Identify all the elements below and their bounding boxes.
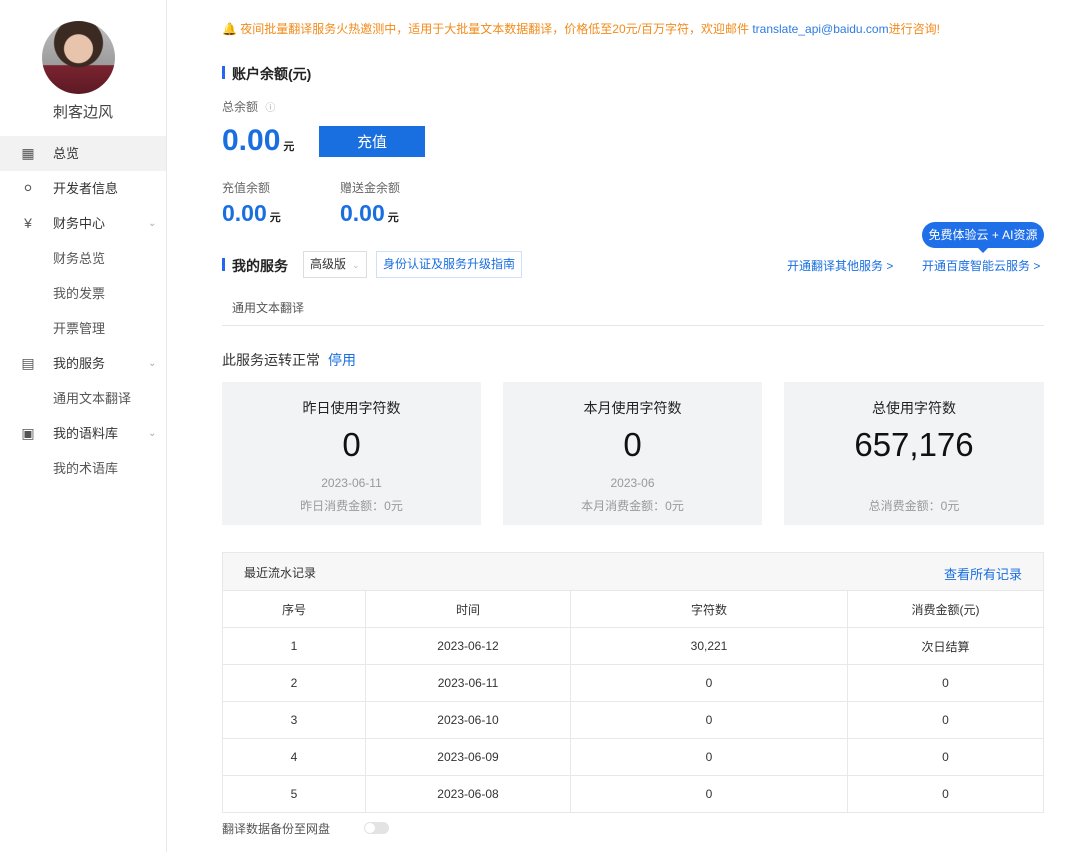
help-icon[interactable]: ⓘ <box>265 103 275 114</box>
table-row: 3 2023-06-10 0 0 <box>222 701 1044 739</box>
nav-sub-invoice-manage[interactable]: 开票管理 <box>0 311 166 346</box>
nav-item-overview[interactable]: ▦ 总览 <box>0 136 166 171</box>
nav-label: 总览 <box>53 146 80 161</box>
card-title: 本月使用字符数 <box>583 400 682 416</box>
card-fee: 总消费金额：0元 <box>868 499 960 513</box>
nav-menu: ▦ 总览 ⚪ 开发者信息 ¥ 财务中心 ⌄ 财务总览 我的发票 开票管理 ▤ 我… <box>0 136 166 486</box>
tab-general-translate[interactable]: 通用文本翻译 <box>232 299 304 316</box>
card-value: 0 <box>342 426 361 463</box>
stat-card-total: 总使用字符数 657,176 总消费金额：0元 <box>784 382 1044 525</box>
col-header: 序号 <box>222 590 366 628</box>
grid-icon: ▦ <box>21 145 35 161</box>
nav-label: 我的服务 <box>53 356 106 371</box>
sidebar: 刺客边风 ▦ 总览 ⚪ 开发者信息 ¥ 财务中心 ⌄ 财务总览 我的发票 开票管… <box>0 0 167 852</box>
chevron-down-icon: ⌄ <box>352 260 360 270</box>
user-icon: ⚪ <box>22 180 34 196</box>
nav-label: 开发者信息 <box>53 181 119 196</box>
records-header-bar <box>222 552 1044 591</box>
card-title: 总使用字符数 <box>872 400 956 416</box>
card-fee: 本月消费金额：0元 <box>581 499 684 513</box>
table-row: 5 2023-06-08 0 0 <box>222 775 1044 813</box>
backup-label: 翻译数据备份至网盘 <box>222 822 331 836</box>
chevron-down-icon: ⌄ <box>148 218 157 229</box>
document-icon: ▤ <box>21 355 35 371</box>
card-date: 2023-06-11 <box>321 476 382 490</box>
nav-sub-terms[interactable]: 我的术语库 <box>0 451 166 486</box>
card-date: 2023-06 <box>610 476 655 490</box>
balance-title: 账户余额(元) <box>222 64 311 84</box>
service-tabs: 通用文本翻译 <box>222 289 1044 326</box>
notice-email-link[interactable]: translate_api@baidu.com <box>752 22 888 36</box>
nav-item-corpus[interactable]: ▣ 我的语料库 ⌄ <box>0 416 166 451</box>
free-trial-bubble[interactable]: 免费体验云 + AI资源 <box>922 222 1044 253</box>
service-status: 此服务运转正常 停用 <box>222 352 356 368</box>
view-all-records-link[interactable]: 查看所有记录 <box>944 564 1022 583</box>
bell-icon: 🔔 <box>222 22 237 36</box>
recharge-balance-label: 充值余额 <box>222 181 271 195</box>
nav-sub-general-translate[interactable]: 通用文本翻译 <box>0 381 166 416</box>
col-header: 字符数 <box>570 590 848 628</box>
backup-toggle[interactable] <box>364 822 389 834</box>
edition-select[interactable]: 高级版 ⌄ <box>303 251 367 278</box>
table-row: 2 2023-06-11 0 0 <box>222 664 1044 702</box>
box-icon: ▣ <box>21 425 35 441</box>
card-value: 657,176 <box>854 426 974 463</box>
notice-bar: 🔔 夜间批量翻译服务火热邀测中，适用于大批量文本数据翻译，价格低至20元/百万字… <box>222 20 940 37</box>
table-row: 1 2023-06-12 30,221 次日结算 <box>222 627 1044 665</box>
nav-item-finance[interactable]: ¥ 财务中心 ⌄ <box>0 206 166 241</box>
notice-suffix: 进行咨询! <box>888 22 940 36</box>
nav-label: 我的语料库 <box>53 426 119 441</box>
main-content: 🔔 夜间批量翻译服务火热邀测中，适用于大批量文本数据翻译，价格低至20元/百万字… <box>222 0 1044 852</box>
gift-balance: 0.00 元 <box>340 200 399 226</box>
stop-service-link[interactable]: 停用 <box>328 352 356 368</box>
stat-card-month: 本月使用字符数 0 2023-06 本月消费金额：0元 <box>503 382 762 525</box>
nav-sub-my-invoices[interactable]: 我的发票 <box>0 276 166 311</box>
total-balance: 0.00 元 <box>222 124 295 157</box>
notice-text: 夜间批量翻译服务火热邀测中，适用于大批量文本数据翻译，价格低至20元/百万字符，… <box>240 22 753 36</box>
card-fee: 昨日消费金额：0元 <box>300 499 403 513</box>
table-row: 4 2023-06-09 0 0 <box>222 738 1044 776</box>
services-title: 我的服务 <box>222 256 288 276</box>
open-other-services-link[interactable]: 开通翻译其他服务 > <box>787 257 893 274</box>
recharge-balance: 0.00 元 <box>222 200 281 226</box>
nav-label: 财务中心 <box>53 216 106 231</box>
nav-sub-finance-overview[interactable]: 财务总览 <box>0 241 166 276</box>
col-header: 时间 <box>365 590 571 628</box>
nav-item-my-services[interactable]: ▤ 我的服务 ⌄ <box>0 346 166 381</box>
records-table: 序号 时间 字符数 消费金额(元) 1 2023-06-12 30,221 次日结算 … <box>222 552 1044 813</box>
open-cloud-services-link[interactable]: 开通百度智能云服务 > <box>922 257 1040 274</box>
card-title: 昨日使用字符数 <box>302 400 401 416</box>
card-value: 0 <box>623 426 642 463</box>
avatar[interactable] <box>42 21 115 94</box>
total-balance-label: 总余额 ⓘ <box>222 100 276 114</box>
recharge-button[interactable]: 充值 <box>319 126 425 157</box>
stat-card-yesterday: 昨日使用字符数 0 2023-06-11 昨日消费金额：0元 <box>222 382 481 525</box>
nav-item-developer[interactable]: ⚪ 开发者信息 <box>0 171 166 206</box>
yen-icon: ¥ <box>24 215 32 231</box>
chevron-down-icon: ⌄ <box>148 428 157 439</box>
username: 刺客边风 <box>52 104 113 121</box>
records-title: 最近流水记录 <box>244 566 317 580</box>
col-header: 消费金额(元) <box>847 590 1044 628</box>
table-header-row: 序号 时间 字符数 消费金额(元) <box>222 590 1044 628</box>
gift-balance-label: 赠送金余额 <box>340 181 401 195</box>
guide-button[interactable]: 身份认证及服务升级指南 <box>376 251 523 278</box>
chevron-down-icon: ⌄ <box>148 358 157 369</box>
